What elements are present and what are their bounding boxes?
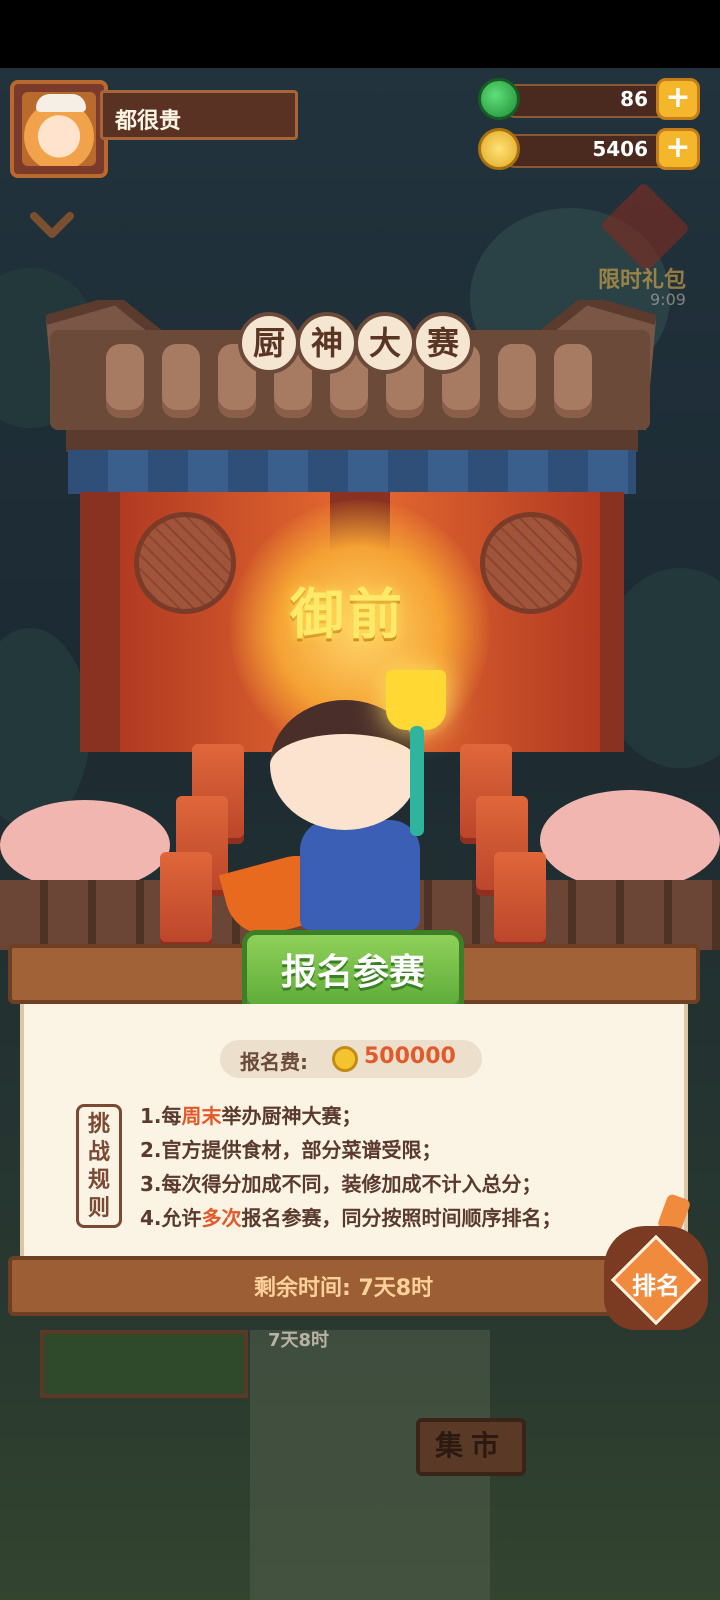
jade-counter: 86 + xyxy=(478,78,700,120)
jade-value: 86 xyxy=(620,87,648,111)
coin-icon xyxy=(332,1046,358,1072)
add-coins-button[interactable]: + xyxy=(656,128,700,170)
event-tier-label: 御前 xyxy=(290,583,406,646)
ranking-label: 排名 xyxy=(632,1272,680,1300)
rule-line: 2.官方提供食材，部分菜谱受限； xyxy=(140,1138,442,1162)
cherry-blossom-right xyxy=(540,790,720,890)
rules-tag: 挑战规则 xyxy=(76,1104,122,1228)
cherry-blossom-left xyxy=(0,800,170,890)
coin-counter: 5406 + xyxy=(478,128,700,170)
add-jade-button[interactable]: + xyxy=(656,78,700,120)
avatar[interactable] xyxy=(10,80,108,178)
ranking-button[interactable]: 排名 xyxy=(604,1192,708,1332)
event-title-char: 赛 xyxy=(412,312,474,374)
golden-ladle-icon xyxy=(376,660,456,840)
temple-valance xyxy=(68,450,636,494)
rule-line: 1.每周末举办厨神大赛； xyxy=(140,1104,362,1128)
chevron-down-icon[interactable] xyxy=(30,212,74,240)
limited-gift-pack[interactable]: 限时礼包 9:09 xyxy=(594,181,694,309)
background-timer: 7天8时 xyxy=(268,1330,330,1351)
event-title-char: 神 xyxy=(296,312,358,374)
fee-value: 500000 xyxy=(364,1044,456,1069)
woven-fan-right xyxy=(480,512,582,614)
remaining-time-text: 剩余时间: 7天8时 xyxy=(254,1276,434,1301)
rule-line: 3.每次得分加成不同，装修加成不计入总分； xyxy=(140,1172,542,1196)
gift-box-icon xyxy=(599,181,691,273)
coin-value: 5406 xyxy=(592,137,648,161)
rule-line: 4.允许多次报名参赛，同分按照时间顺序排名； xyxy=(140,1206,562,1230)
player-name: 都很贵 xyxy=(115,109,182,134)
fee-label: 报名费: xyxy=(240,1050,308,1074)
event-title-char: 厨 xyxy=(238,312,300,374)
jade-icon xyxy=(478,78,520,120)
market-sign[interactable]: 集市 xyxy=(416,1418,526,1476)
event-title-char: 大 xyxy=(354,312,416,374)
coin-icon xyxy=(478,128,520,170)
woven-fan-left xyxy=(134,512,236,614)
status-bar xyxy=(0,0,720,68)
player-name-plate: 都很贵 xyxy=(100,90,298,140)
